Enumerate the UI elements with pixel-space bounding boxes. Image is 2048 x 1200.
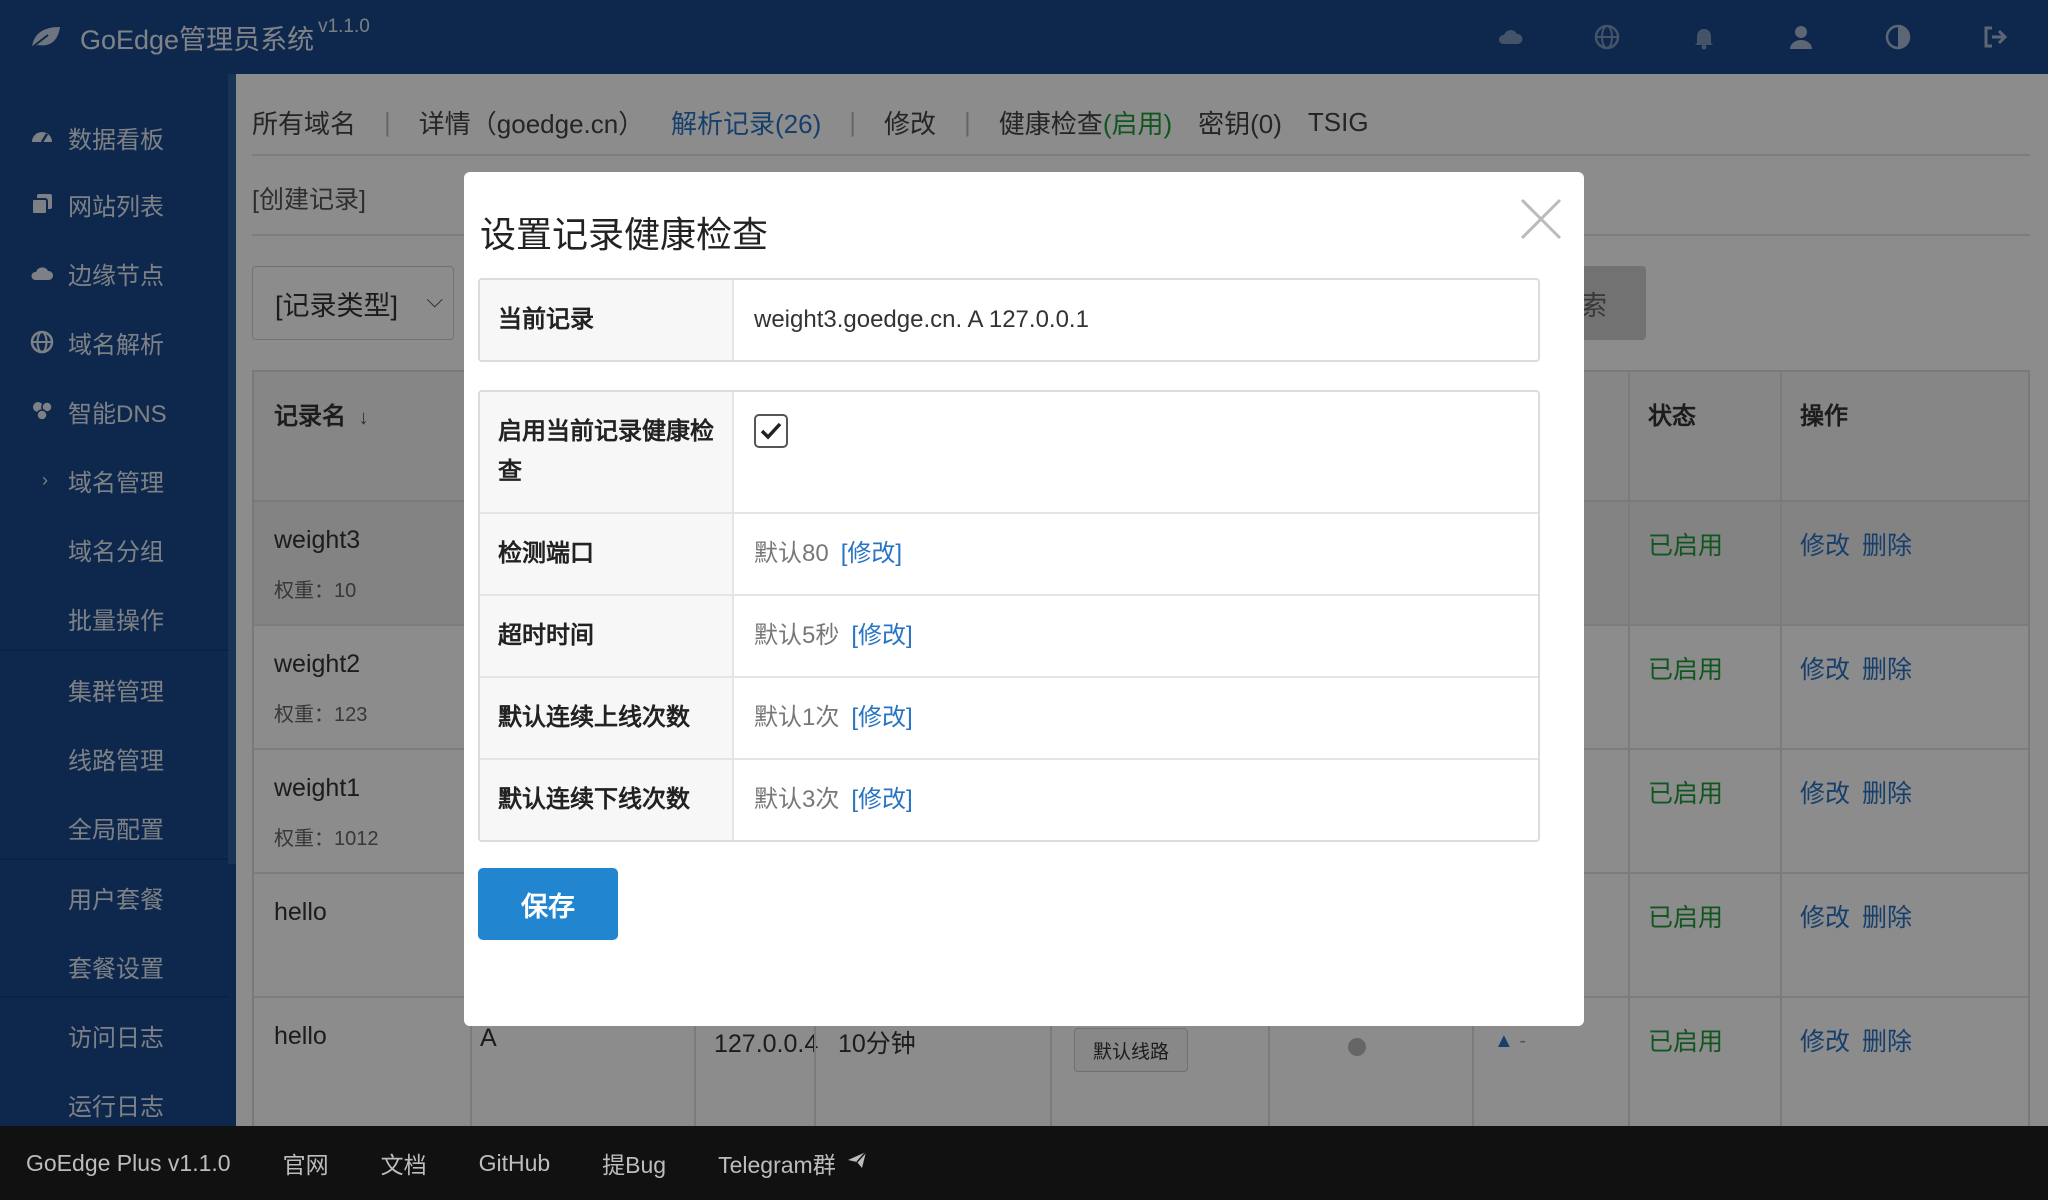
up-count-label: 默认连续上线次数 xyxy=(480,678,734,758)
down-count-label: 默认连续下线次数 xyxy=(480,760,734,840)
current-record-label: 当前记录 xyxy=(480,280,734,360)
port-label: 检测端口 xyxy=(480,514,734,594)
telegram-label: Telegram群 xyxy=(718,1152,836,1178)
enable-health-label: 启用当前记录健康检查 xyxy=(480,392,734,512)
port-field: 默认80 [修改] xyxy=(734,514,1538,594)
form-row: 启用当前记录健康检查 xyxy=(480,392,1538,514)
health-check-modal: 设置记录健康检查 当前记录 weight3.goedge.cn. A 127.0… xyxy=(464,172,1584,1026)
timeout-field: 默认5秒 [修改] xyxy=(734,596,1538,676)
current-record-value: weight3.goedge.cn. A 127.0.0.1 xyxy=(754,306,1089,333)
health-check-form: 启用当前记录健康检查 检测端口 默认80 [修改] 超时时间 默认5秒 [修改] 默… xyxy=(478,390,1540,842)
enable-health-checkbox[interactable] xyxy=(754,414,788,448)
down-count-field: 默认3次 [修改] xyxy=(734,760,1538,840)
footer-link-docs[interactable]: 文档 xyxy=(381,1146,427,1180)
form-row: 默认连续下线次数 默认3次 [修改] xyxy=(480,760,1538,840)
current-record-table: 当前记录 weight3.goedge.cn. A 127.0.0.1 xyxy=(478,278,1540,362)
port-value: 默认80 xyxy=(754,540,829,567)
paper-plane-icon xyxy=(836,1149,868,1177)
modal-title: 设置记录健康检查 xyxy=(480,214,769,255)
form-row: 超时时间 默认5秒 [修改] xyxy=(480,596,1538,678)
up-count-field: 默认1次 [修改] xyxy=(734,678,1538,758)
up-count-value: 默认1次 xyxy=(754,704,840,731)
down-count-value: 默认3次 xyxy=(754,786,840,813)
footer-link-website[interactable]: 官网 xyxy=(283,1146,329,1180)
timeout-value: 默认5秒 xyxy=(754,622,840,649)
form-row: 当前记录 weight3.goedge.cn. A 127.0.0.1 xyxy=(480,280,1538,360)
enable-health-field xyxy=(734,392,1538,512)
timeout-label: 超时时间 xyxy=(480,596,734,676)
form-row: 默认连续上线次数 默认1次 [修改] xyxy=(480,678,1538,760)
edit-up-count-link[interactable]: [修改] xyxy=(851,704,912,731)
close-icon[interactable] xyxy=(1516,194,1566,244)
edit-port-link[interactable]: [修改] xyxy=(841,540,902,567)
save-button[interactable]: 保存 xyxy=(478,868,618,940)
edit-down-count-link[interactable]: [修改] xyxy=(851,786,912,813)
footer-version: GoEdge Plus v1.1.0 xyxy=(26,1149,231,1176)
footer: GoEdge Plus v1.1.0 官网 文档 GitHub 提Bug Tel… xyxy=(0,1126,2048,1200)
form-row: 检测端口 默认80 [修改] xyxy=(480,514,1538,596)
footer-link-telegram[interactable]: Telegram群 xyxy=(718,1146,868,1180)
edit-timeout-link[interactable]: [修改] xyxy=(851,622,912,649)
footer-link-github[interactable]: GitHub xyxy=(479,1150,551,1177)
footer-link-bug[interactable]: 提Bug xyxy=(602,1146,666,1180)
